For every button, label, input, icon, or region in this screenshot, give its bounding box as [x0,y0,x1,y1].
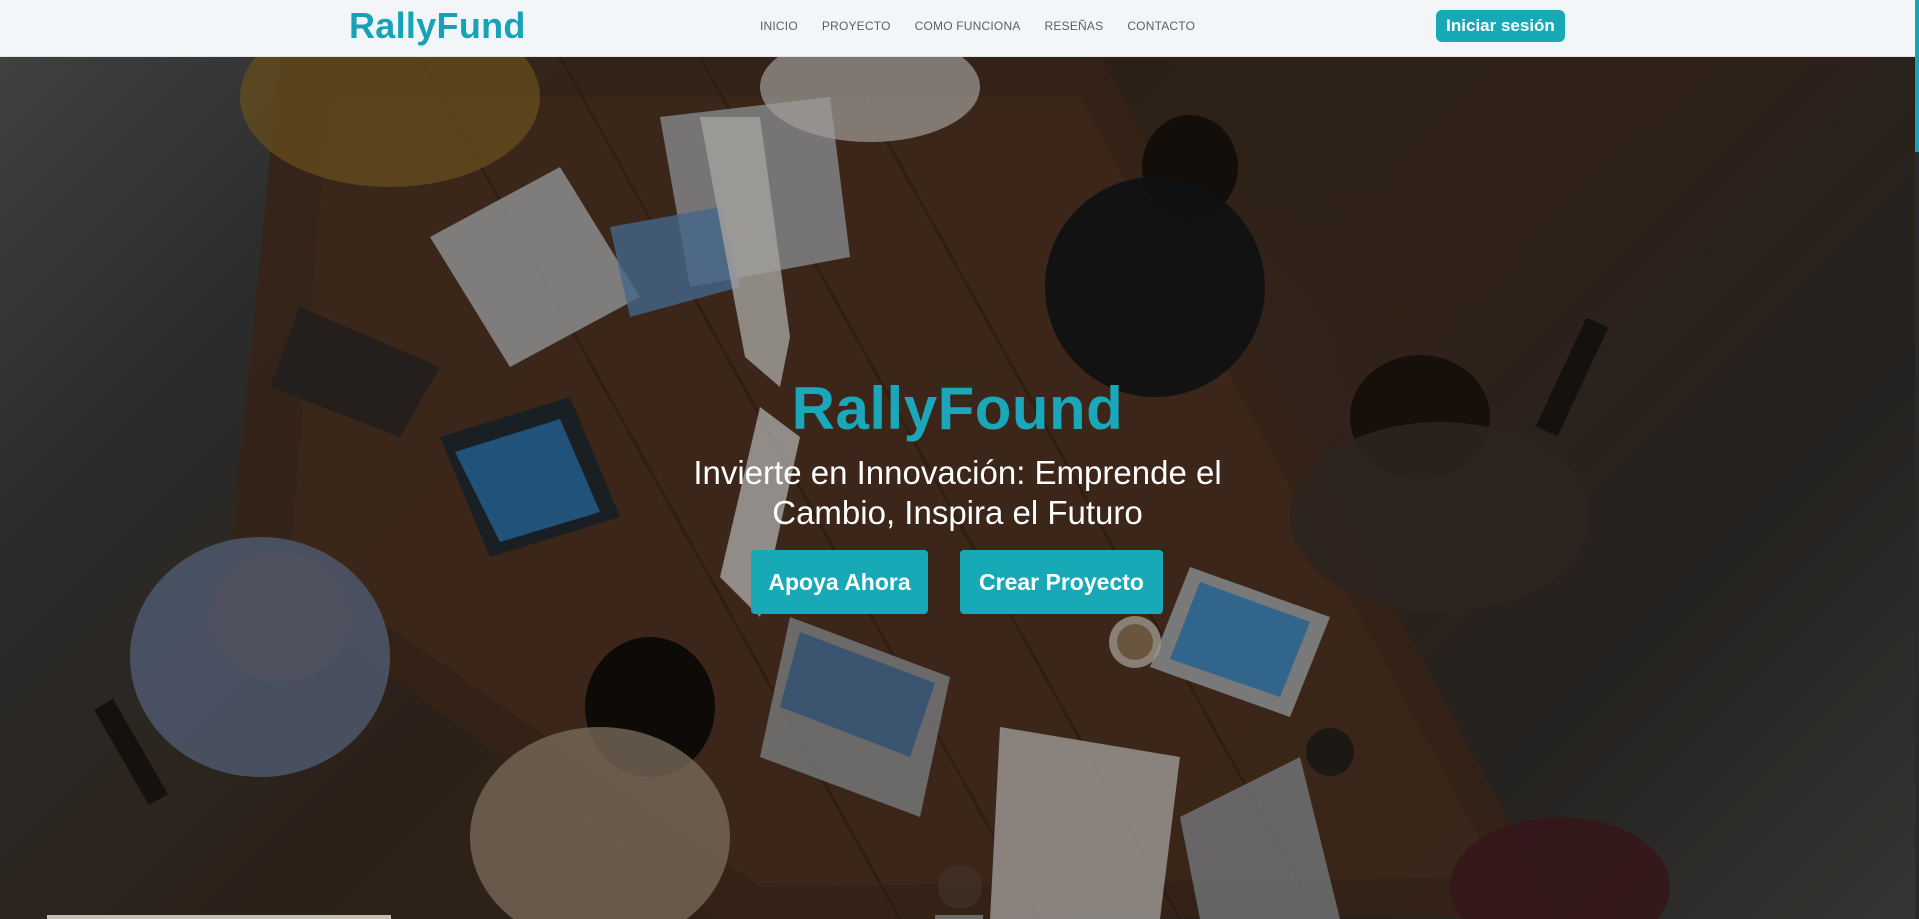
nav-link-proyecto[interactable]: PROYECTO [822,19,891,33]
nav-link-como-funciona[interactable]: COMO FUNCIONA [915,19,1021,33]
nav-link-contacto[interactable]: CONTACTO [1127,19,1195,33]
nav-link-inicio[interactable]: INICIO [760,19,798,33]
carousel-indicator-secondary[interactable] [935,915,983,919]
navbar: RallyFund INICIO PROYECTO COMO FUNCIONA … [0,0,1915,57]
page: RallyFund INICIO PROYECTO COMO FUNCIONA … [0,0,1919,919]
hero-title: RallyFound [791,375,1124,442]
scrollbar-thumb[interactable] [1915,0,1919,152]
nav-link-resenas[interactable]: RESEÑAS [1045,19,1104,33]
hero-section: RallyFound Invierte en Innovación: Empre… [0,57,1915,919]
hero-subtitle: Invierte en Innovación: Emprende el Camb… [693,454,1222,531]
support-now-button[interactable]: Apoya Ahora [751,550,928,614]
brand-logo[interactable]: RallyFund [349,5,526,47]
nav-links: INICIO PROYECTO COMO FUNCIONA RESEÑAS CO… [760,19,1219,33]
scrollbar-track[interactable] [1915,0,1919,919]
hero-content: RallyFound Invierte en Innovación: Empre… [0,57,1915,919]
create-project-button[interactable]: Crear Proyecto [960,550,1163,614]
carousel-indicator[interactable] [47,915,391,919]
login-button[interactable]: Iniciar sesión [1436,10,1565,42]
